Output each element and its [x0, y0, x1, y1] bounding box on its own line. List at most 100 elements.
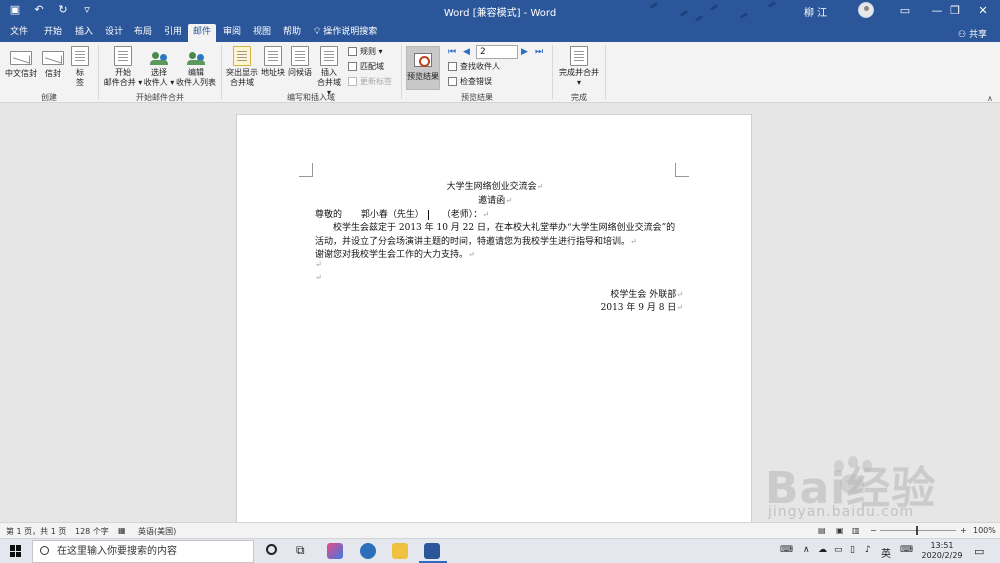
avatar[interactable] [858, 2, 874, 18]
divider [401, 45, 402, 99]
doc-body-line-2: 活动，并设立了分会场演讲主题的时间，特邀请您为我校学生进行指导和培训。↵ [315, 237, 637, 247]
customize-icon[interactable]: ▿ [80, 3, 94, 16]
volume-icon[interactable]: ♪ [865, 545, 871, 555]
tab-mailings[interactable]: 邮件 [188, 24, 216, 42]
highlight-icon [233, 46, 251, 66]
windows-start-icon[interactable] [10, 545, 22, 557]
status-bar: 第 1 页，共 1 页 128 个字 ▦ 英语(美国) ▤ ▣ ▥ − + 10… [0, 522, 1000, 538]
ime-indicator[interactable]: 英 [881, 545, 891, 560]
envelope-icon [10, 51, 32, 65]
record-number-input[interactable]: 2 [476, 45, 518, 59]
previous-record-icon[interactable]: ◀ [463, 47, 470, 57]
match-icon [348, 62, 357, 71]
greeting-line-button[interactable]: 问候语 [287, 46, 313, 78]
start-mail-merge-button[interactable]: 开始 邮件合并 ▾ [102, 46, 144, 88]
tab-review[interactable]: 审阅 [221, 25, 243, 42]
zoom-in-button[interactable]: + [960, 526, 967, 535]
address-icon [264, 46, 282, 66]
find-recipient-button[interactable]: 查找收件人 [448, 61, 500, 72]
doc-salutation-line: 尊敬的 郭小春（先生） （老师）：↵ [315, 209, 489, 220]
word-count[interactable]: 128 个字 [75, 526, 109, 537]
tab-references[interactable]: 引用 [162, 25, 184, 42]
recipients-icon [150, 46, 168, 66]
notification-icon[interactable]: ▭ [974, 545, 984, 558]
zoom-out-button[interactable]: − [870, 526, 877, 535]
last-record-icon[interactable]: ⏭︎ [535, 47, 543, 57]
preview-results-button[interactable]: 预览结果 [406, 46, 440, 90]
read-mode-icon[interactable]: ▤ [818, 526, 826, 535]
tell-me-search[interactable]: 💡︎ 操作说明搜索 [314, 25, 384, 42]
task-view-icon[interactable]: ⧉ [296, 543, 305, 558]
close-icon[interactable]: ✕ [966, 0, 1000, 22]
app-icon-browser[interactable] [360, 543, 376, 559]
share-label: 共享 [968, 30, 987, 40]
battery-icon[interactable]: ▯ [850, 545, 855, 555]
network-icon[interactable]: ▭ [834, 545, 843, 555]
ribbon: 中文信封 信封 标签 创建 开始 邮件合并 ▾ 选择 收件人 ▾ 编辑 收件人列… [0, 42, 1000, 103]
first-record-icon[interactable]: ⏮︎ [448, 47, 456, 57]
keyboard-icon[interactable]: ⌨ [780, 545, 793, 555]
address-block-button[interactable]: 地址块 [260, 46, 286, 78]
collapse-ribbon-icon[interactable]: ∧ [987, 94, 993, 103]
chinese-envelope-button[interactable]: 中文信封 [4, 46, 38, 79]
doc-empty-line: ↵ [315, 260, 322, 269]
recipient-merge-field[interactable]: 郭小春（先生） [361, 210, 424, 220]
tab-file[interactable]: 文件 [8, 25, 30, 42]
taskbar: 在这里输入你要搜索的内容 ⧉ ⌨ ∧ ☁ ▭ ▯ ♪ 英 ⌨ 13:51 202… [0, 538, 1000, 563]
zoom-level[interactable]: 100% [973, 526, 996, 535]
tab-view[interactable]: 视图 [251, 25, 273, 42]
save-icon[interactable]: ▣ [8, 3, 22, 16]
tab-home[interactable]: 开始 [42, 25, 64, 42]
proofing-icon[interactable]: ▦ [118, 526, 126, 535]
cortana-icon[interactable] [266, 544, 277, 555]
update-icon [348, 77, 357, 86]
doc-org-line: 大学生网络创业交流会↵ [446, 182, 544, 192]
zoom-slider-thumb[interactable] [916, 526, 918, 535]
doc-empty-line: ↵ [315, 273, 322, 282]
envelope-button[interactable]: 信封 [40, 46, 66, 79]
page-count[interactable]: 第 1 页，共 1 页 [6, 526, 66, 537]
tray-expand-icon[interactable]: ∧ [803, 545, 810, 555]
insert-merge-field-button[interactable]: 插入 合并域 ▾ [314, 46, 344, 98]
system-clock[interactable]: 13:51 2020/2/29 [918, 541, 966, 561]
rules-button[interactable]: 规则 ▾ [348, 46, 383, 57]
tab-insert[interactable]: 插入 [73, 25, 95, 42]
zoom-slider-track[interactable] [880, 530, 956, 531]
rules-icon [348, 47, 357, 56]
tab-layout[interactable]: 布局 [132, 25, 154, 42]
doc-thanks-line: 谢谢您对我校学生会工作的大力支持。↵ [315, 250, 475, 260]
document-page[interactable]: 大学生网络创业交流会↵ 邀请函↵ 尊敬的 郭小春（先生） （老师）：↵ 校学生会… [236, 114, 752, 524]
taskbar-search-input[interactable]: 在这里输入你要搜索的内容 [32, 540, 254, 563]
language[interactable]: 英语(美国) [138, 526, 176, 537]
app-icon-paint[interactable] [327, 543, 343, 559]
document-icon [114, 46, 132, 66]
cloud-icon[interactable]: ☁ [818, 545, 827, 555]
labels-button[interactable]: 标签 [68, 46, 92, 88]
quick-access-toolbar: ▣ ↶ ↻ ▿ [8, 3, 94, 16]
update-labels-button[interactable]: 更新标签 [348, 76, 392, 87]
tab-help[interactable]: 帮助 [281, 25, 303, 42]
user-name[interactable]: 柳 江 [804, 4, 827, 19]
undo-icon[interactable]: ↶ [32, 3, 46, 16]
select-recipients-button[interactable]: 选择 收件人 ▾ [142, 46, 176, 88]
next-record-icon[interactable]: ▶ [521, 47, 528, 57]
finish-and-merge-button[interactable]: 完成并合并 ▾ [556, 46, 602, 88]
file-explorer-icon[interactable] [392, 543, 408, 559]
share-button[interactable]: ⚇ 共享 [958, 27, 987, 40]
highlight-merge-fields-button[interactable]: 突出显示 合并域 [224, 46, 260, 88]
word-app-icon[interactable] [424, 543, 440, 559]
tab-design[interactable]: 设计 [103, 25, 125, 42]
clock-time: 13:51 [930, 541, 954, 550]
group-start-merge-label: 开始邮件合并 [136, 93, 184, 102]
print-layout-icon[interactable]: ▣ [836, 526, 844, 535]
ime-mode-icon[interactable]: ⌨ [900, 545, 913, 555]
edit-recipient-list-button[interactable]: 编辑 收件人列表 [174, 46, 218, 88]
redo-icon[interactable]: ↻ [56, 3, 70, 16]
web-layout-icon[interactable]: ▥ [852, 526, 860, 535]
margin-corner [675, 163, 689, 177]
field-icon [320, 46, 338, 66]
check-errors-button[interactable]: 检查错误 [448, 76, 492, 87]
edit-recipients-icon [187, 46, 205, 66]
match-fields-button[interactable]: 匹配域 [348, 61, 384, 72]
ribbon-display-icon[interactable]: ▭ [888, 0, 922, 22]
